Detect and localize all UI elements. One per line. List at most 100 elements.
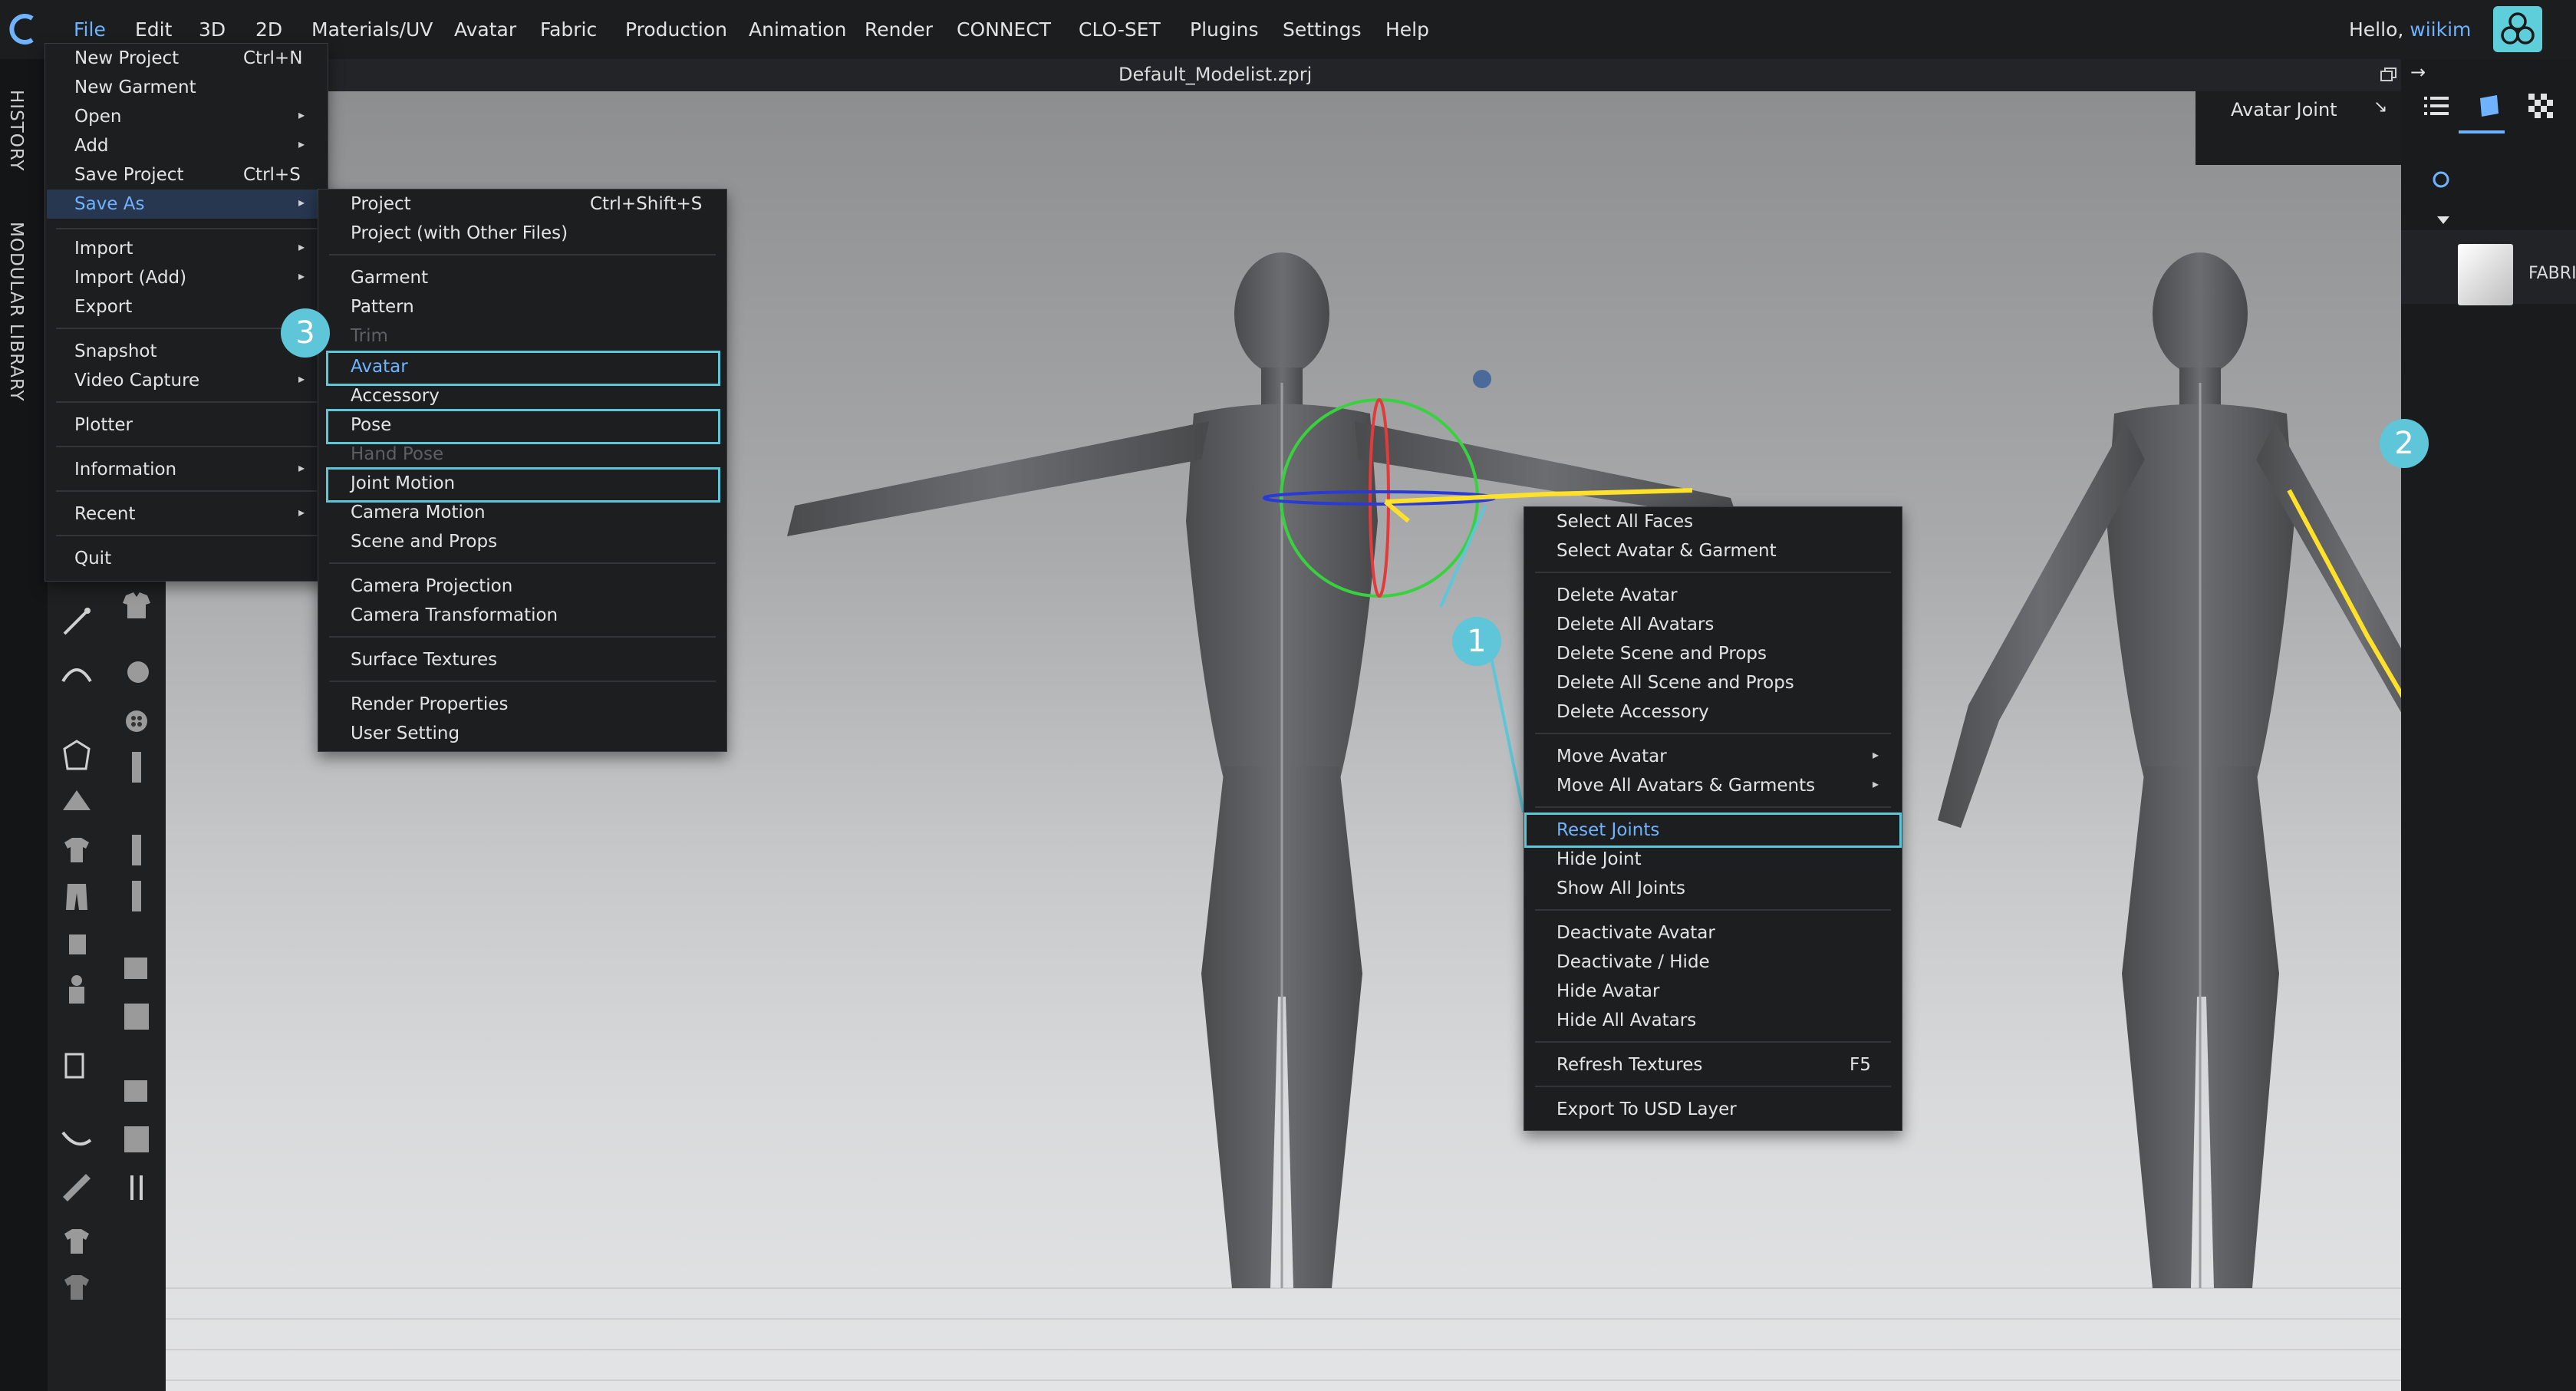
save-as-camera-projection[interactable]: Camera Projection [351,575,512,598]
ctx-delete-scene-props[interactable]: Delete Scene and Props [1556,642,1767,665]
button-select-icon[interactable] [115,700,158,743]
menu-production[interactable]: Production [625,17,727,43]
file-menu-new-project[interactable]: New Project [74,47,179,70]
box-tool-2-icon[interactable] [115,1068,158,1111]
zipper-tool-icon[interactable] [115,746,158,789]
tab-modular-library[interactable]: MODULAR LIBRARY [6,222,26,402]
dress-form-icon[interactable] [55,970,98,1013]
file-menu-open[interactable]: Open [74,105,121,128]
ctx-hide-joint[interactable]: Hide Joint [1556,848,1642,871]
save-as-pose[interactable]: Pose [351,414,391,437]
file-menu-new-garment[interactable]: New Garment [74,76,196,99]
menu-render[interactable]: Render [865,17,933,43]
pants-tool-icon[interactable] [55,875,98,918]
menu-2d[interactable]: 2D [255,17,282,43]
file-menu-quit[interactable]: Quit [74,547,111,570]
file-menu-video-capture[interactable]: Video Capture [74,369,199,392]
file-menu-export[interactable]: Export [74,295,132,318]
avatar-tool-icon[interactable] [55,780,98,822]
garment-fit-icon[interactable] [55,733,98,776]
ctx-show-all-joints[interactable]: Show All Joints [1556,877,1685,900]
file-menu-snapshot[interactable]: Snapshot [74,340,157,363]
tape-tool-icon[interactable] [55,1117,98,1160]
expand-arrow-icon[interactable]: → [2410,61,2426,83]
tab-history[interactable]: HISTORY [6,90,26,171]
save-as-accessory[interactable]: Accessory [351,384,440,407]
panel-tool-2-icon[interactable] [115,1117,158,1160]
username-link[interactable]: wiikim [2410,18,2471,41]
menu-3d[interactable]: 3D [199,17,226,43]
ctx-select-all-faces[interactable]: Select All Faces [1556,510,1693,533]
file-menu-add[interactable]: Add [74,134,109,157]
ctx-export-usd-layer[interactable]: Export To USD Layer [1556,1098,1737,1121]
measure-avatar-icon[interactable] [55,1043,98,1086]
shirt-tool-icon[interactable] [55,829,98,872]
ctx-deactivate-avatar[interactable]: Deactivate Avatar [1556,921,1715,944]
menu-help[interactable]: Help [1385,17,1429,43]
save-as-garment[interactable]: Garment [351,266,428,289]
ctx-delete-accessory[interactable]: Delete Accessory [1556,700,1709,724]
save-as-project-with-files[interactable]: Project (with Other Files) [351,222,568,245]
ctx-hide-all-avatars[interactable]: Hide All Avatars [1556,1009,1696,1032]
zipper-select-icon[interactable] [115,829,158,872]
connect-node-icon[interactable] [2426,164,2456,195]
save-as-pattern[interactable]: Pattern [351,295,414,318]
ctx-reset-joints[interactable]: Reset Joints [1556,819,1659,842]
dropdown-arrow-icon[interactable] [2433,210,2453,230]
texture-checker-icon[interactable] [2525,91,2556,121]
file-menu-plotter[interactable]: Plotter [74,414,133,437]
ctx-delete-avatar[interactable]: Delete Avatar [1556,584,1678,607]
file-menu-import[interactable]: Import [74,237,133,260]
pin-tool-icon[interactable] [115,1166,158,1209]
menu-edit[interactable]: Edit [135,17,172,43]
connect-button[interactable] [2493,6,2542,52]
menu-fabric[interactable]: Fabric [540,17,597,43]
menu-connect[interactable]: CONNECT [957,17,1051,43]
menu-settings[interactable]: Settings [1283,17,1362,43]
jacket-tool-icon[interactable] [55,1266,98,1309]
menu-plugins[interactable]: Plugins [1190,17,1259,43]
file-menu-recent[interactable]: Recent [74,503,136,526]
box-tool-icon[interactable] [115,945,158,988]
ctx-refresh-textures[interactable]: Refresh Textures [1556,1053,1702,1076]
save-as-project[interactable]: Project [351,193,411,216]
save-as-camera-transformation[interactable]: Camera Transformation [351,604,558,627]
save-as-joint-motion[interactable]: Joint Motion [351,472,455,495]
rotate-garment-icon[interactable] [55,921,98,964]
file-menu-import-add[interactable]: Import (Add) [74,266,186,289]
ctx-move-all-avatars-garments[interactable]: Move All Avatars & Garments [1556,774,1815,797]
file-menu-information[interactable]: Information [74,458,176,481]
ruler-icon[interactable] [55,1166,98,1209]
garment-pattern-icon[interactable] [115,583,158,626]
button-tool-icon[interactable] [115,651,158,694]
save-as-avatar[interactable]: Avatar [351,355,408,378]
ctx-move-avatar[interactable]: Move Avatar [1556,745,1667,768]
save-as-render-properties[interactable]: Render Properties [351,693,508,716]
ctx-select-avatar-garment[interactable]: Select Avatar & Garment [1556,539,1777,562]
menu-animation[interactable]: Animation [749,17,846,43]
save-as-surface-textures[interactable]: Surface Textures [351,648,497,671]
menu-clo-set[interactable]: CLO-SET [1079,17,1161,43]
file-menu-save-project[interactable]: Save Project [74,163,183,186]
save-as-camera-motion[interactable]: Camera Motion [351,501,486,524]
list-view-icon[interactable] [2421,91,2452,121]
fabric-icon[interactable] [2474,91,2505,121]
clo-logo-icon[interactable] [6,11,43,48]
save-as-user-setting[interactable]: User Setting [351,722,460,745]
collapse-arrow-icon[interactable]: ↘ [2373,97,2387,117]
ctx-deactivate-hide[interactable]: Deactivate / Hide [1556,951,1710,974]
restore-window-icon[interactable] [2378,64,2400,86]
save-as-scene-and-props[interactable]: Scene and Props [351,530,497,553]
tshirt-select-icon[interactable] [55,1220,98,1263]
ctx-hide-avatar[interactable]: Hide Avatar [1556,980,1659,1003]
ctx-delete-all-scene-props[interactable]: Delete All Scene and Props [1556,671,1794,694]
fold-tool-icon[interactable] [55,651,98,694]
menu-file[interactable]: File [74,17,106,43]
menu-materials-uv[interactable]: Materials/UV [311,17,433,43]
panel-tool-icon[interactable] [115,994,158,1037]
needle-tool-icon[interactable] [55,600,98,643]
menu-avatar[interactable]: Avatar [454,17,516,43]
light-source-icon[interactable] [1473,370,1491,388]
zipper-puller-icon[interactable] [115,875,158,918]
ctx-delete-all-avatars[interactable]: Delete All Avatars [1556,613,1714,636]
